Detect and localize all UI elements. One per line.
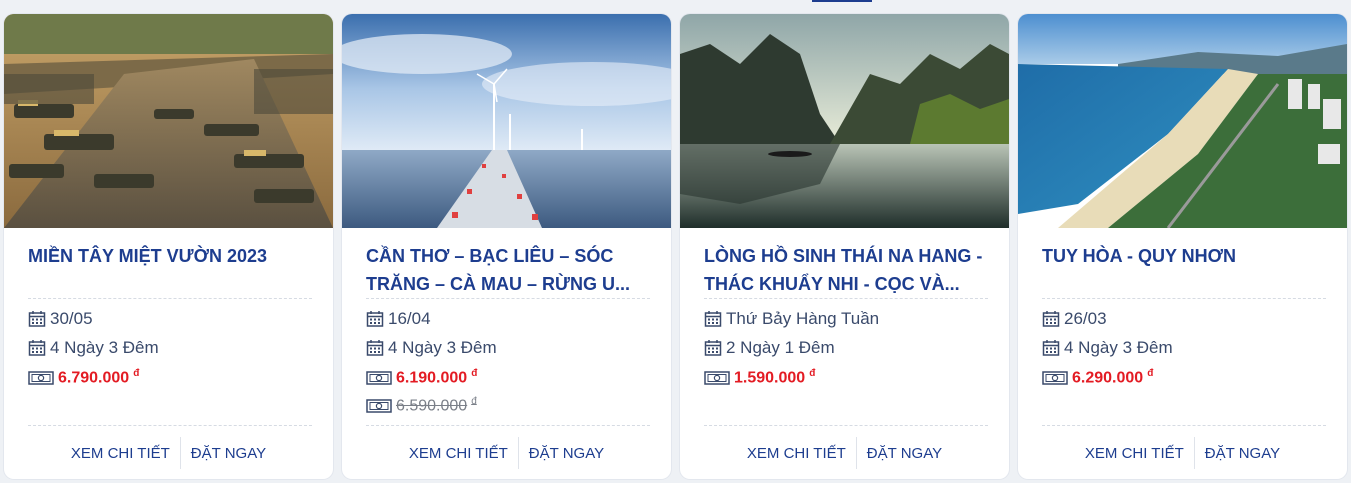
divider xyxy=(366,298,650,299)
money-icon xyxy=(366,397,392,415)
tour-price: 6.290.000 đ xyxy=(1042,367,1153,389)
calendar-icon xyxy=(704,339,722,357)
money-icon xyxy=(366,369,392,387)
price-value: 6.290.000 đ xyxy=(1072,368,1154,387)
currency: đ xyxy=(471,368,478,380)
calendar-icon xyxy=(1042,310,1060,328)
tour-old-price: 6.590.000 đ xyxy=(366,395,477,417)
book-now-button[interactable]: ĐẶT NGAY xyxy=(857,445,952,462)
tour-card[interactable]: LÒNG HỒ SINH THÁI NA HANG - THÁC KHUẨY N… xyxy=(680,14,1009,479)
tour-date-text: 16/04 xyxy=(388,309,431,328)
currency: đ xyxy=(809,368,816,380)
calendar-icon xyxy=(366,310,384,328)
tour-card[interactable]: MIỀN TÂY MIỆT VƯỜN 2023 30/05 4 Ngày 3 Đ… xyxy=(4,14,333,479)
tour-duration-text: 4 Ngày 3 Đêm xyxy=(388,338,497,357)
divider xyxy=(28,298,312,299)
tour-duration: 4 Ngày 3 Đêm xyxy=(1042,337,1173,359)
old-price-value: 6.590.000 đ xyxy=(396,396,477,415)
tour-title[interactable]: CẦN THƠ – BẠC LIÊU – SÓC TRĂNG – CÀ MAU … xyxy=(366,242,654,298)
view-detail-button[interactable]: XEM CHI TIẾT xyxy=(399,445,518,462)
currency: đ xyxy=(1147,368,1154,380)
price-value: 6.790.000 đ xyxy=(58,368,140,387)
tour-date-text: 26/03 xyxy=(1064,309,1107,328)
view-detail-button[interactable]: XEM CHI TIẾT xyxy=(737,445,856,462)
card-actions: XEM CHI TIẾT ĐẶT NGAY xyxy=(342,436,671,470)
tour-price: 1.590.000 đ xyxy=(704,367,815,389)
price-value: 6.190.000 đ xyxy=(396,368,478,387)
tour-card[interactable]: CẦN THƠ – BẠC LIÊU – SÓC TRĂNG – CÀ MAU … xyxy=(342,14,671,479)
card-actions: XEM CHI TIẾT ĐẶT NGAY xyxy=(1018,436,1347,470)
tour-image-lake-mountains[interactable] xyxy=(680,14,1009,228)
tour-duration: 4 Ngày 3 Đêm xyxy=(28,337,159,359)
tour-card-list: MIỀN TÂY MIỆT VƯỜN 2023 30/05 4 Ngày 3 Đ… xyxy=(4,14,1347,479)
tour-date-text: 30/05 xyxy=(50,309,93,328)
view-detail-button[interactable]: XEM CHI TIẾT xyxy=(1075,445,1194,462)
money-icon xyxy=(1042,369,1068,387)
tour-date-text: Thứ Bảy Hàng Tuần xyxy=(726,309,880,328)
divider xyxy=(366,425,650,426)
book-now-button[interactable]: ĐẶT NGAY xyxy=(519,445,614,462)
carousel-indicator[interactable] xyxy=(812,0,872,2)
tour-title[interactable]: LÒNG HỒ SINH THÁI NA HANG - THÁC KHUẨY N… xyxy=(704,242,992,298)
tour-date: 30/05 xyxy=(28,308,93,330)
money-icon xyxy=(704,369,730,387)
divider xyxy=(1042,425,1326,426)
tour-date: 26/03 xyxy=(1042,308,1107,330)
tour-duration-text: 4 Ngày 3 Đêm xyxy=(1064,338,1173,357)
divider xyxy=(704,298,988,299)
book-now-button[interactable]: ĐẶT NGAY xyxy=(1195,445,1290,462)
tour-duration-text: 4 Ngày 3 Đêm xyxy=(50,338,159,357)
tour-image-beach-city[interactable] xyxy=(1018,14,1347,228)
money-icon xyxy=(28,369,54,387)
tour-date: 16/04 xyxy=(366,308,431,330)
tour-duration-text: 2 Ngày 1 Đêm xyxy=(726,338,835,357)
tour-title[interactable]: TUY HÒA - QUY NHƠN xyxy=(1042,242,1330,270)
divider xyxy=(28,425,312,426)
calendar-icon xyxy=(28,310,46,328)
tour-date: Thứ Bảy Hàng Tuần xyxy=(704,308,879,330)
tour-title[interactable]: MIỀN TÂY MIỆT VƯỜN 2023 xyxy=(28,242,316,270)
view-detail-button[interactable]: XEM CHI TIẾT xyxy=(61,445,180,462)
calendar-icon xyxy=(28,339,46,357)
calendar-icon xyxy=(704,310,722,328)
tour-image-floating-market[interactable] xyxy=(4,14,333,228)
divider xyxy=(704,425,988,426)
divider xyxy=(1042,298,1326,299)
tour-image-wind-farm[interactable] xyxy=(342,14,671,228)
calendar-icon xyxy=(1042,339,1060,357)
calendar-icon xyxy=(366,339,384,357)
price-value: 1.590.000 đ xyxy=(734,368,816,387)
book-now-button[interactable]: ĐẶT NGAY xyxy=(181,445,276,462)
tour-price: 6.190.000 đ xyxy=(366,367,477,389)
tour-duration: 4 Ngày 3 Đêm xyxy=(366,337,497,359)
tour-card[interactable]: TUY HÒA - QUY NHƠN 26/03 4 Ngày 3 Đêm 6.… xyxy=(1018,14,1347,479)
card-actions: XEM CHI TIẾT ĐẶT NGAY xyxy=(4,436,333,470)
card-actions: XEM CHI TIẾT ĐẶT NGAY xyxy=(680,436,1009,470)
tour-duration: 2 Ngày 1 Đêm xyxy=(704,337,835,359)
currency: đ xyxy=(133,368,140,380)
tour-price: 6.790.000 đ xyxy=(28,367,139,389)
